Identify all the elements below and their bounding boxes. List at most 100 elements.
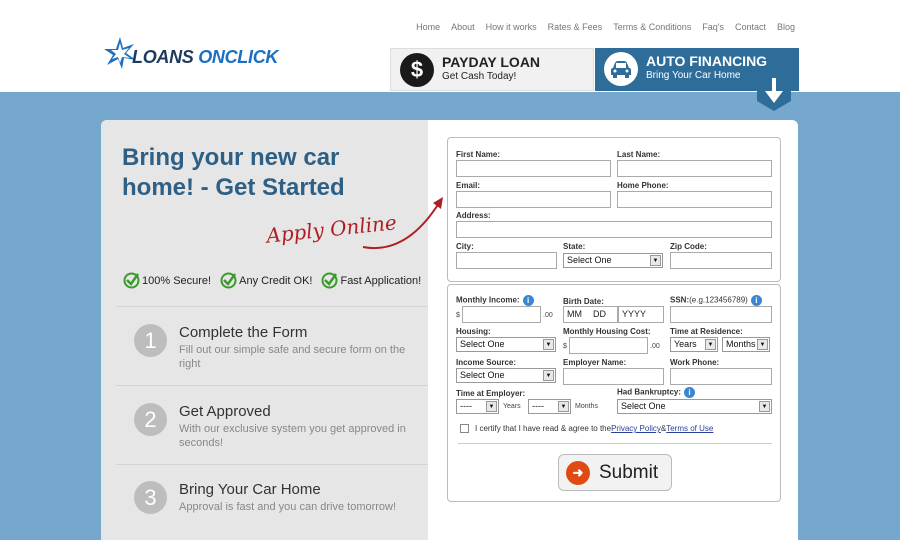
address-input[interactable] xyxy=(456,221,772,238)
years-label: Years xyxy=(503,403,521,410)
work-phone-label: Work Phone: xyxy=(670,358,720,367)
step-number: 3 xyxy=(134,481,167,514)
zip-input[interactable] xyxy=(670,252,772,269)
chevron-down-icon: ▼ xyxy=(650,255,661,266)
check-item: 100% Secure! xyxy=(123,272,211,289)
terms-of-use-link[interactable]: Terms of Use xyxy=(666,424,713,433)
monthly-income-input[interactable] xyxy=(462,306,541,323)
chevron-down-icon: ▼ xyxy=(543,370,554,381)
monthly-income-label: Monthly Income: i xyxy=(456,295,534,306)
certify-row: I certify that I have read & agree to th… xyxy=(460,424,713,433)
state-select[interactable]: Select One ▼ xyxy=(563,253,663,268)
nav-about[interactable]: About xyxy=(451,22,475,32)
step-title: Get Approved xyxy=(179,403,271,420)
bankruptcy-select[interactable]: Select One ▼ xyxy=(617,399,772,414)
tab-subtitle: Bring Your Car Home xyxy=(646,70,741,81)
nav-contact[interactable]: Contact xyxy=(735,22,766,32)
monthly-housing-label: Monthly Housing Cost: xyxy=(563,327,651,336)
address-label: Address: xyxy=(456,211,491,220)
info-icon[interactable]: i xyxy=(522,295,534,306)
divider xyxy=(116,464,428,465)
info-panel: Bring your new car home! - Get Started A… xyxy=(101,120,443,540)
dollar-sign: $ xyxy=(563,343,567,350)
main-card: Bring your new car home! - Get Started A… xyxy=(101,120,798,540)
step-number: 1 xyxy=(134,324,167,357)
nav-home[interactable]: Home xyxy=(416,22,440,32)
logo-text: LOANS ONCLICK xyxy=(132,47,279,67)
tab-payday-loan[interactable]: $ PAYDAY LOAN Get Cash Today! xyxy=(390,48,594,91)
home-phone-input[interactable] xyxy=(617,191,772,208)
check-item: Fast Application! xyxy=(321,272,421,289)
chevron-down-icon: ▼ xyxy=(558,401,569,412)
work-phone-input[interactable] xyxy=(670,368,772,385)
top-nav: Home About How it works Rates & Fees Ter… xyxy=(405,22,795,32)
birth-day-input[interactable]: DD xyxy=(590,306,618,323)
arrow-right-icon: ➜ xyxy=(566,460,590,485)
last-name-input[interactable] xyxy=(617,160,772,177)
ssn-input[interactable] xyxy=(670,306,772,323)
birth-year-input[interactable]: YYYY xyxy=(618,306,664,323)
bankruptcy-label: Had Bankruptcy: i xyxy=(617,387,696,398)
chevron-down-icon: ▼ xyxy=(759,401,770,412)
chevron-down-icon: ▼ xyxy=(705,339,716,350)
nav-how-it-works[interactable]: How it works xyxy=(486,22,537,32)
page-title: Bring your new car home! - Get Started xyxy=(122,144,345,201)
employer-months-select[interactable]: ---- ▼ xyxy=(528,399,571,414)
divider xyxy=(116,306,428,307)
housing-select[interactable]: Select One ▼ xyxy=(456,337,556,352)
time-employer-label: Time at Employer: xyxy=(456,389,526,398)
time-residence-label: Time at Residence: xyxy=(670,327,743,336)
check-item: Any Credit OK! xyxy=(220,272,312,289)
first-name-label: First Name: xyxy=(456,150,501,159)
birth-date-label: Birth Date: xyxy=(563,297,604,306)
last-name-label: Last Name: xyxy=(617,150,661,159)
contact-form: First Name: Last Name: Email: Home Phone… xyxy=(447,137,781,282)
ssn-label: SSN:(e.g.123456789) i xyxy=(670,295,762,306)
submit-button[interactable]: ➜ Submit xyxy=(558,454,672,491)
city-label: City: xyxy=(456,242,474,251)
step-number: 2 xyxy=(134,403,167,436)
check-icon xyxy=(123,272,140,289)
step-desc: Approval is fast and you can drive tomor… xyxy=(179,501,397,513)
residence-years-select[interactable]: Years ▼ xyxy=(670,337,718,352)
chevron-down-icon: ▼ xyxy=(486,401,497,412)
chevron-down-icon: ▼ xyxy=(543,339,554,350)
months-label: Months xyxy=(575,403,598,410)
monthly-housing-input[interactable] xyxy=(569,337,648,354)
nav-blog[interactable]: Blog xyxy=(777,22,795,32)
divider xyxy=(458,443,772,444)
privacy-policy-link[interactable]: Privacy Policy xyxy=(611,424,661,433)
logo[interactable]: LOANS ONCLICK xyxy=(103,36,303,70)
nav-terms[interactable]: Terms & Conditions xyxy=(613,22,691,32)
zip-label: Zip Code: xyxy=(670,242,707,251)
tab-title: PAYDAY LOAN xyxy=(442,54,541,70)
first-name-input[interactable] xyxy=(456,160,611,177)
tab-subtitle: Get Cash Today! xyxy=(442,71,517,82)
residence-months-select[interactable]: Months ▼ xyxy=(722,337,770,352)
step-title: Bring Your Car Home xyxy=(179,481,321,498)
step-title: Complete the Form xyxy=(179,324,308,341)
details-form: Monthly Income: i $ .00 Birth Date: MM DD… xyxy=(447,284,781,502)
down-arrow-icon xyxy=(757,73,791,111)
dollar-sign: $ xyxy=(456,312,460,319)
step-desc: With our exclusive system you get approv… xyxy=(179,423,406,449)
nav-faqs[interactable]: Faq's xyxy=(702,22,724,32)
email-label: Email: xyxy=(456,181,481,190)
tab-title: AUTO FINANCING xyxy=(646,53,768,69)
feature-checks: 100% Secure! Any Credit OK! Fast Applica… xyxy=(123,272,430,289)
nav-rates-fees[interactable]: Rates & Fees xyxy=(548,22,603,32)
info-icon[interactable]: i xyxy=(750,295,762,306)
employer-years-select[interactable]: ---- ▼ xyxy=(456,399,499,414)
cents-suffix: .00 xyxy=(650,343,660,350)
income-source-label: Income Source: xyxy=(456,358,517,367)
email-input[interactable] xyxy=(456,191,611,208)
info-icon[interactable]: i xyxy=(684,387,696,398)
certify-checkbox[interactable] xyxy=(460,424,469,433)
birth-month-input[interactable]: MM xyxy=(563,306,593,323)
check-icon xyxy=(220,272,237,289)
income-source-select[interactable]: Select One ▼ xyxy=(456,368,556,383)
dollar-icon: $ xyxy=(400,53,434,87)
city-input[interactable] xyxy=(456,252,557,269)
cents-suffix: .00 xyxy=(543,312,553,319)
employer-name-input[interactable] xyxy=(563,368,664,385)
